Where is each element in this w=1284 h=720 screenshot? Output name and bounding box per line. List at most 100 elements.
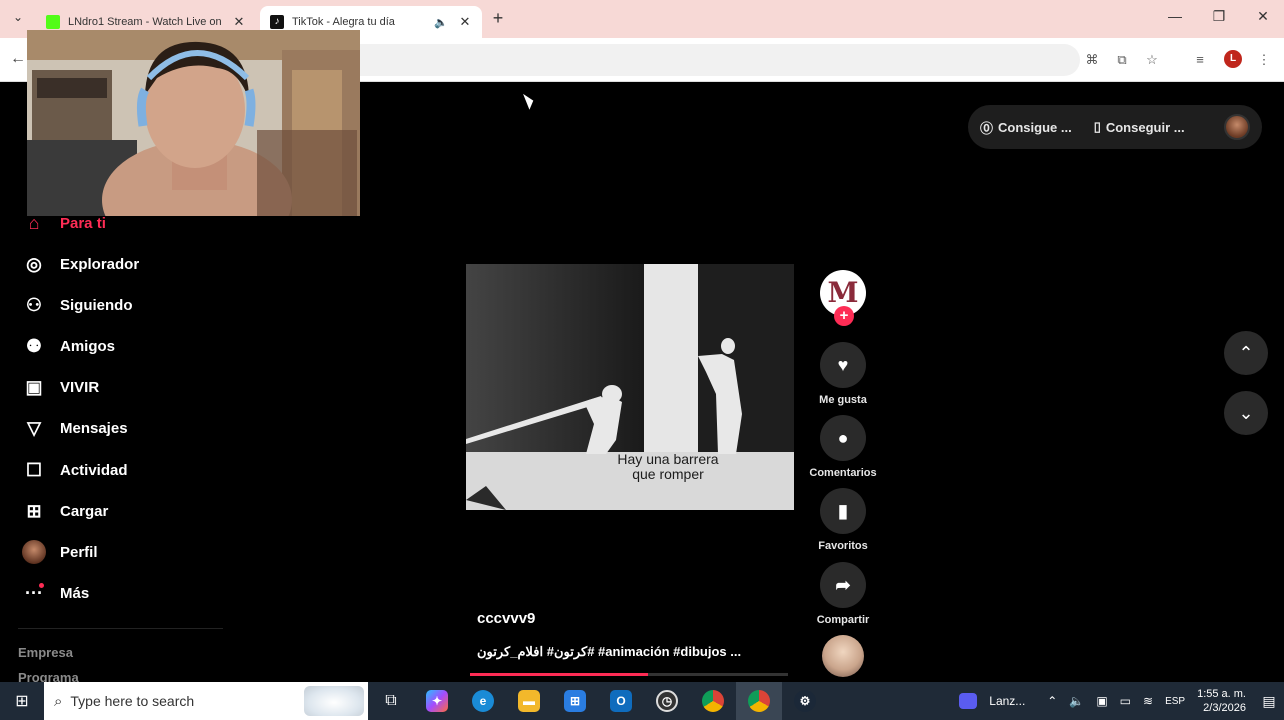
get-app-button[interactable]: ▯ Conseguir ...	[1094, 119, 1185, 135]
sidebar-item-mensajes[interactable]: ▽ Mensajes	[22, 414, 128, 442]
close-window-button[interactable]: ✕	[1248, 8, 1278, 28]
upload-icon: ⊞	[26, 500, 42, 521]
sidebar-item-label: Actividad	[60, 461, 128, 479]
tray-chevron-up-icon[interactable]: ⌃	[1047, 694, 1057, 708]
follow-plus-button[interactable]: +	[834, 306, 854, 326]
get-coins-label: Consigue ...	[998, 119, 1072, 135]
friends-icon: ⚉	[25, 335, 43, 356]
sidebar-item-cargar[interactable]: ⊞ Cargar	[22, 497, 108, 525]
taskbar-search-placeholder: Type here to search	[70, 693, 195, 709]
tab-title: TikTok - Alegra tu día	[292, 16, 395, 28]
like-button[interactable]: ♥ Me gusta	[806, 342, 880, 406]
microsoft-store-icon[interactable]: ⊞	[552, 682, 598, 720]
search-highlight-image	[304, 686, 364, 716]
mouse-cursor	[523, 91, 536, 110]
footer-link-empresa[interactable]: Empresa	[18, 645, 73, 660]
maximize-button[interactable]: ❐	[1204, 8, 1234, 28]
translate-icon[interactable]: ⌘	[1082, 50, 1102, 70]
video-progress-fill	[470, 673, 649, 676]
video-description: كرتون# افلام_كرتون# #animación #dibujos …	[477, 644, 742, 659]
share-icon: ➦	[820, 562, 866, 608]
video-caption-line2: que romper	[632, 466, 704, 482]
clock-app-icon[interactable]: ◷	[644, 682, 690, 720]
video-progress-bar[interactable]	[470, 673, 788, 676]
battery-icon[interactable]: ▭	[1120, 694, 1131, 708]
music-disc-avatar[interactable]	[822, 635, 864, 677]
volume-icon[interactable]: 🔈	[1069, 694, 1084, 708]
next-video-chevron-down-icon[interactable]: ⌄	[1224, 391, 1268, 435]
notification-dot	[39, 583, 44, 588]
browser-profile-avatar[interactable]: L	[1224, 50, 1242, 68]
video-caption: Hay una barrera que romper	[504, 452, 794, 482]
wifi-icon[interactable]: ≋	[1143, 694, 1153, 708]
outlook-icon[interactable]: O	[598, 682, 644, 720]
sidebar-item-label: Para ti	[60, 214, 106, 232]
meet-icon[interactable]: ▣	[1096, 694, 1107, 708]
sidebar-item-mas[interactable]: ··· Más	[22, 579, 89, 607]
tab-title: LNdro1 Stream - Watch Live on	[68, 16, 222, 28]
edge-icon[interactable]: e	[460, 682, 506, 720]
sidebar-item-siguiendo[interactable]: ⚇ Siguiendo	[22, 291, 133, 319]
notification-icon[interactable]: ▤	[1254, 693, 1284, 710]
sidebar-item-vivir[interactable]: ▣ VIVIR	[22, 373, 99, 401]
compass-icon: ◎	[26, 253, 42, 274]
comments-label: Comentarios	[809, 467, 877, 479]
sidebar-item-label: Amigos	[60, 337, 116, 355]
copilot-icon[interactable]: ✦	[414, 682, 460, 720]
heart-icon: ♥	[820, 342, 866, 388]
windows-taskbar: ⊞ ⌕ Type here to search ⧉ ✦ e ▬ ⊞ O ◷ ⚙ …	[0, 682, 1284, 720]
favorites-button[interactable]: ▮ Favoritos	[806, 488, 880, 552]
speaker-icon[interactable]: 🔈	[434, 16, 448, 29]
sidebar-item-label: Cargar	[60, 502, 109, 520]
sidebar-divider	[18, 628, 223, 629]
activity-icon: ☐	[25, 459, 43, 480]
taskbar-search-box[interactable]: ⌕ Type here to search	[44, 682, 368, 720]
sidebar-item-perfil[interactable]: Perfil	[22, 538, 98, 566]
browser-menu-icon[interactable]: ⋮	[1254, 50, 1274, 70]
user-avatar[interactable]	[1224, 114, 1250, 140]
get-coins-button[interactable]: ⓪ Consigue ...	[980, 118, 1072, 137]
video-username[interactable]: cccvvv9	[477, 610, 535, 627]
chrome-icon[interactable]	[690, 682, 736, 720]
comments-button[interactable]: ● Comentarios	[806, 415, 880, 479]
video-player[interactable]: Hay una barrera que romper	[466, 264, 794, 510]
back-arrow-icon[interactable]: ←	[10, 50, 26, 68]
system-tray: Lanz... ⌃ 🔈 ▣ ▭ ≋ ESP 1:55 a. m. 2/3/202…	[953, 682, 1284, 720]
file-explorer-icon[interactable]: ▬	[506, 682, 552, 720]
tab-close-icon[interactable]: ✕	[458, 14, 472, 30]
screen: ⌄ LNdro1 Stream - Watch Live on ✕ ♪ TikT…	[0, 0, 1284, 720]
bookmark-star-icon[interactable]: ☆	[1142, 50, 1162, 70]
share-button[interactable]: ➦ Compartir	[806, 562, 880, 626]
sidebar-item-actividad[interactable]: ☐ Actividad	[22, 456, 128, 484]
steam-icon[interactable]: ⚙	[782, 682, 828, 720]
comment-icon: ●	[820, 415, 866, 461]
tab-close-icon[interactable]: ✕	[232, 14, 246, 30]
sidebar-item-label: Mensajes	[60, 419, 128, 437]
profile-avatar	[22, 540, 46, 564]
sidebar-item-explorador[interactable]: ◎ Explorador	[22, 250, 139, 278]
launcher-app-icon[interactable]	[959, 693, 978, 709]
windows-start-icon[interactable]: ⊞	[0, 682, 44, 720]
task-view-icon[interactable]: ⧉	[368, 682, 414, 720]
clock-date: 2/3/2026	[1203, 702, 1246, 714]
sidebar-item-amigos[interactable]: ⚉ Amigos	[22, 332, 115, 360]
clock-time: 1:55 a. m.	[1197, 688, 1246, 700]
search-icon: ⌕	[54, 692, 63, 710]
new-tab-button[interactable]: +	[488, 8, 508, 28]
minimize-button[interactable]: —	[1160, 8, 1190, 28]
chrome-active-icon[interactable]	[736, 682, 782, 720]
sidebar-item-label: Siguiendo	[60, 296, 133, 314]
previous-video-chevron-up-icon[interactable]: ⌃	[1224, 331, 1268, 375]
media-control-icon[interactable]: ≡	[1190, 50, 1210, 70]
language-indicator[interactable]: ESP	[1165, 696, 1185, 707]
kick-favicon-icon	[46, 15, 60, 29]
sidebar-item-label: VIVIR	[60, 378, 100, 396]
install-app-icon[interactable]: ⧉	[1112, 50, 1132, 70]
address-bar[interactable]	[340, 44, 1080, 76]
sidebar-item-label: Explorador	[60, 255, 140, 273]
sidebar-item-label: Perfil	[60, 543, 98, 561]
tab-search-chevron-icon[interactable]: ⌄	[8, 10, 28, 28]
launcher-label[interactable]: Lanz...	[989, 694, 1025, 708]
taskbar-clock[interactable]: 1:55 a. m. 2/3/2026	[1197, 687, 1246, 715]
top-right-actions: ⓪ Consigue ... ▯ Conseguir ...	[968, 105, 1262, 149]
